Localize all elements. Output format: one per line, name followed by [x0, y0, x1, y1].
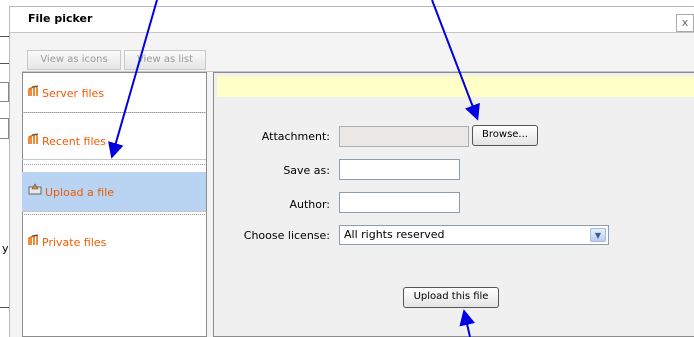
annotation-arrows — [108, 0, 480, 337]
annotation-arrow — [431, 0, 480, 121]
annotation-arrow — [459, 309, 476, 337]
annotation-arrow — [108, 0, 158, 159]
